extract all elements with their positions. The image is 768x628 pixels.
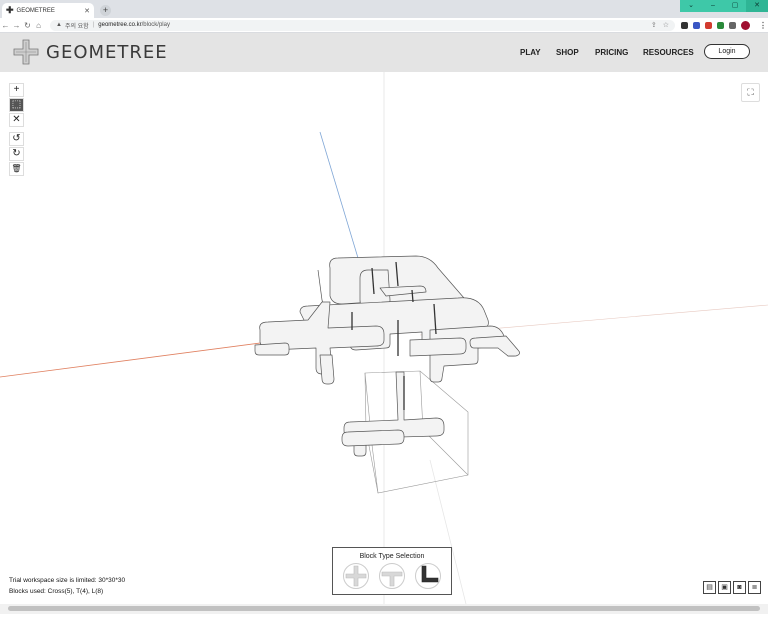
site-header: GEOMETREE PLAY SHOP PRICING RESOURCES Lo… <box>0 33 768 72</box>
add-tool-button[interactable]: + <box>9 83 24 97</box>
puzzle-icon[interactable] <box>717 21 724 29</box>
redo-icon: ↻ <box>12 148 21 159</box>
cursor-icon: ⬚ <box>11 99 22 110</box>
tool-palette: + ⬚ ✕ ↺ ↻ 🗑 <box>9 83 24 177</box>
block-type-title: Block Type Selection <box>359 553 425 560</box>
fit-view-icon: ⛶ <box>747 87 754 97</box>
sidepanel-icon[interactable] <box>729 21 736 29</box>
bookmark-star-icon[interactable]: ☆ <box>663 21 669 29</box>
block <box>409 337 467 357</box>
3d-scene[interactable] <box>0 72 768 604</box>
scrollbar-thumb[interactable] <box>8 606 760 611</box>
block <box>341 429 405 447</box>
tab-search-icon[interactable]: ⌄ <box>680 0 702 12</box>
cross-block-option[interactable] <box>343 563 369 589</box>
plus-favicon-icon: ✚ <box>6 5 14 15</box>
block-assembly <box>254 255 520 457</box>
trash-button[interactable]: 🗑 <box>9 162 24 176</box>
blocks-used-text: Blocks used: Cross(5), T(4), L(8) <box>9 588 104 595</box>
nav-play[interactable]: PLAY <box>520 48 541 57</box>
trash-icon: 🗑 <box>11 164 22 173</box>
horizontal-scrollbar[interactable] <box>0 604 768 614</box>
menu-kebab-icon[interactable]: ⋮ <box>759 21 767 30</box>
security-label: 주의 요함 <box>64 23 89 30</box>
tab-title: GEOMETREE <box>16 7 55 14</box>
l-block-icon <box>421 565 439 583</box>
extension-icon[interactable] <box>693 21 700 29</box>
browser-toolbar: ← → ↻ ⌂ ▲ 주의 요함 | geometree.co.kr/block/… <box>0 18 768 33</box>
document-icon[interactable]: ≣ <box>748 581 761 594</box>
back-icon[interactable]: ← <box>0 21 11 30</box>
file-actions: ▤ ▣ ◙ ≣ <box>703 581 761 594</box>
warning-icon[interactable]: ▲ <box>56 22 62 28</box>
close-icon: ✕ <box>12 114 21 125</box>
cross-block-icon <box>345 565 367 587</box>
l-block-option[interactable] <box>415 563 441 589</box>
tab-close-icon[interactable]: ✕ <box>84 7 90 15</box>
divider: | <box>92 22 95 28</box>
address-bar[interactable]: ▲ 주의 요함 | geometree.co.kr/block/play ⇪ ☆ <box>50 19 675 31</box>
nav-resources[interactable]: RESOURCES <box>643 48 694 57</box>
undo-button[interactable]: ↺ <box>9 132 24 146</box>
share-icon[interactable]: ⇪ <box>651 21 657 29</box>
extension-icon[interactable] <box>705 21 712 29</box>
page-bottom <box>0 614 768 628</box>
block-type-selection: Block Type Selection <box>332 547 452 595</box>
logo-text[interactable]: GEOMETREE <box>46 42 168 63</box>
extensions: ⋮ <box>681 20 767 30</box>
nav-pricing[interactable]: PRICING <box>595 48 628 57</box>
minimize-icon[interactable]: – <box>702 0 724 12</box>
home-icon[interactable]: ⌂ <box>33 21 44 30</box>
new-tab-button[interactable]: + <box>100 5 111 16</box>
workspace-limit-text: Trial workspace size is limited: 30*30*3… <box>9 577 126 584</box>
redo-button[interactable]: ↻ <box>9 147 24 161</box>
forward-icon[interactable]: → <box>11 21 22 30</box>
t-block-option[interactable] <box>379 563 405 589</box>
fit-view-button[interactable]: ⛶ <box>741 83 760 102</box>
browser-tabstrip: ✚ GEOMETREE ✕ + ⌄ – ▢ ✕ <box>0 0 768 18</box>
select-tool-button[interactable]: ⬚ <box>9 98 24 112</box>
geometree-logo-icon[interactable] <box>13 39 39 65</box>
window-close-icon[interactable]: ✕ <box>746 0 768 12</box>
camera-icon[interactable]: ◙ <box>733 581 746 594</box>
undo-icon: ↺ <box>12 133 21 144</box>
open-icon[interactable]: ▤ <box>703 581 716 594</box>
profile-avatar[interactable] <box>741 20 750 30</box>
3d-viewport[interactable]: + ⬚ ✕ ↺ ↻ 🗑 ⛶ Trial workspace size is li… <box>0 72 768 604</box>
login-button[interactable]: Login <box>704 44 750 59</box>
maximize-icon[interactable]: ▢ <box>724 0 746 12</box>
t-block-icon <box>381 571 403 587</box>
reload-icon[interactable]: ↻ <box>22 21 33 30</box>
z-axis-line <box>319 131 359 259</box>
delete-tool-button[interactable]: ✕ <box>9 113 24 127</box>
plus-icon: + <box>13 84 20 95</box>
nav-shop[interactable]: SHOP <box>556 48 579 57</box>
save-icon[interactable]: ▣ <box>718 581 731 594</box>
window-controls: ⌄ – ▢ ✕ <box>680 0 768 12</box>
block <box>319 354 335 385</box>
block <box>254 342 290 356</box>
browser-tab[interactable]: ✚ GEOMETREE ✕ <box>2 3 94 18</box>
url-text: geometree.co.kr/block/play <box>98 22 170 28</box>
extension-icon[interactable] <box>681 21 688 29</box>
